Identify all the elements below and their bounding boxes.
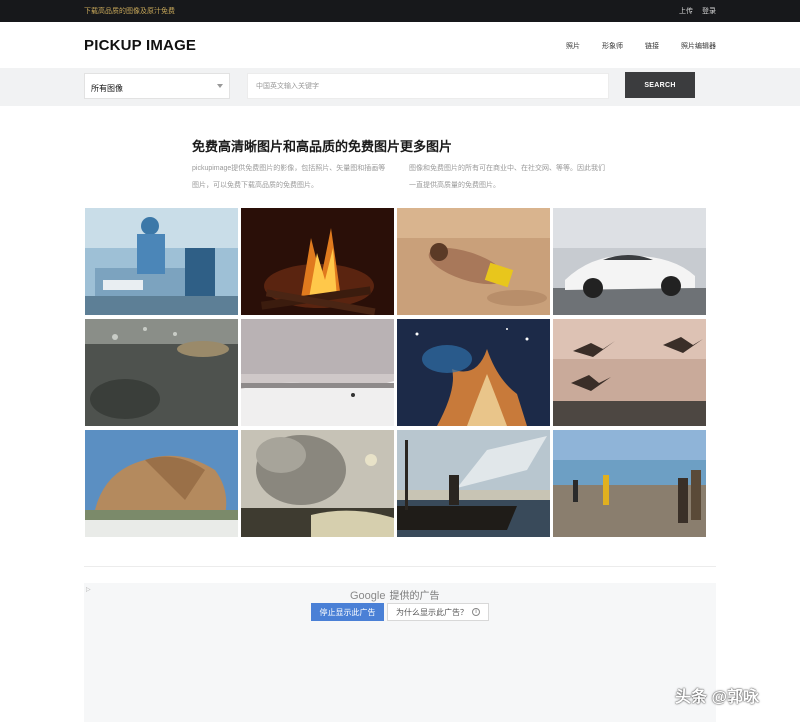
gallery-tile-boulder[interactable] (85, 430, 238, 537)
gallery-tile-birds[interactable] (553, 319, 706, 426)
why-ad-button[interactable]: 为什么显示此广告？ i (387, 603, 489, 621)
watermark: 头条 @郭咏 (675, 689, 760, 706)
category-select-value: 所有图像 (91, 84, 123, 93)
intro-text-right: 图像和免费图片的所有可在商业中、在社交网、等等。因此我们一直提供高质量的免费图片… (409, 165, 605, 189)
top-links: 上传 登录 (679, 6, 716, 16)
gallery-tile-nebula[interactable] (397, 319, 550, 426)
chevron-down-icon (217, 84, 223, 88)
why-ad-label: 为什么显示此广告？ (396, 607, 468, 617)
boulder-rock-photo (85, 430, 238, 537)
ad-title-suffix: 提供的广告 (389, 591, 440, 602)
ad-choices-icon[interactable]: ▷ (86, 586, 91, 593)
info-icon: i (472, 608, 480, 616)
campfire-photo (241, 208, 394, 315)
gallery-tile-fisherman[interactable] (397, 430, 550, 537)
nav-item-links[interactable]: 链接 (645, 41, 659, 51)
ad-title: Google 提供的广告 (350, 587, 439, 602)
flying-birds-photo (553, 319, 706, 426)
search-button[interactable]: SEARCH (625, 72, 695, 98)
search-input[interactable] (247, 73, 609, 99)
top-bar: 下载高品质的图像及原汁免费 上传 登录 (0, 0, 800, 22)
nebula-space-photo (397, 319, 550, 426)
image-gallery (85, 208, 708, 538)
surgery-photo (85, 208, 238, 315)
gallery-tile-surgery[interactable] (85, 208, 238, 315)
beach-woman-photo (397, 208, 550, 315)
site-logo[interactable]: PICKUP IMAGE (84, 37, 196, 54)
stop-ad-button[interactable]: 停止显示此广告 (311, 603, 384, 621)
search-bar: 所有图像 SEARCH (0, 68, 800, 106)
nav-item-photographers[interactable]: 形象师 (602, 41, 623, 51)
gallery-tile-beach-woman[interactable] (397, 208, 550, 315)
white-sports-car-photo (553, 208, 706, 315)
gallery-tile-beach-people[interactable] (553, 430, 706, 537)
snowy-field-photo (241, 319, 394, 426)
ad-container: ▷ Google 提供的广告 停止显示此广告 为什么显示此广告？ i (84, 583, 716, 722)
gallery-tile-sports-car[interactable] (553, 208, 706, 315)
fisherman-net-photo (397, 430, 550, 537)
gallery-tile-snowy-field[interactable] (241, 319, 394, 426)
nav-item-photos[interactable]: 照片 (566, 41, 580, 51)
google-wordmark: Google (350, 590, 386, 602)
gallery-tile-geyser[interactable] (241, 430, 394, 537)
underwater-fish-photo (85, 319, 238, 426)
section-divider (84, 566, 716, 567)
gallery-tile-underwater[interactable] (85, 319, 238, 426)
main-nav: 照片 形象师 链接 照片编辑器 (566, 41, 716, 51)
nav-item-photo-editor[interactable]: 照片编辑器 (681, 41, 716, 51)
login-link[interactable]: 登录 (702, 6, 716, 16)
site-header: PICKUP IMAGE 照片 形象师 链接 照片编辑器 (0, 22, 800, 68)
intro-text-left: pickupimage提供免费图片的影像，包括照片、矢量图和插画等图片，可以免费… (192, 165, 386, 189)
page-headline: 免费高清晰图片和高品质的免费图片更多图片 (192, 139, 453, 154)
geyser-smoke-photo (241, 430, 394, 537)
upload-link[interactable]: 上传 (679, 6, 693, 16)
category-select[interactable]: 所有图像 (84, 73, 230, 99)
gallery-tile-campfire[interactable] (241, 208, 394, 315)
top-tagline: 下载高品质的图像及原汁免费 (84, 8, 175, 15)
beach-people-photo (553, 430, 706, 537)
